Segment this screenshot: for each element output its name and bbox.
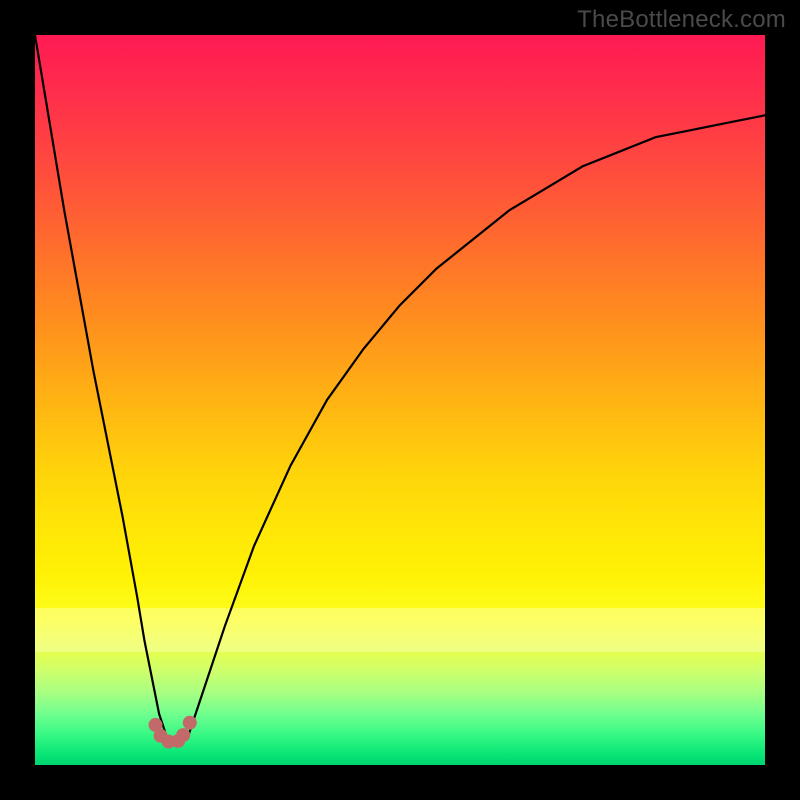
plot-area: [35, 35, 765, 765]
marker-dot: [183, 716, 197, 730]
chart-frame: TheBottleneck.com: [0, 0, 800, 800]
chart-svg: [35, 35, 765, 765]
watermark-label: TheBottleneck.com: [577, 6, 786, 34]
bottleneck-curve-path: [35, 35, 765, 743]
marker-dot: [176, 728, 190, 742]
